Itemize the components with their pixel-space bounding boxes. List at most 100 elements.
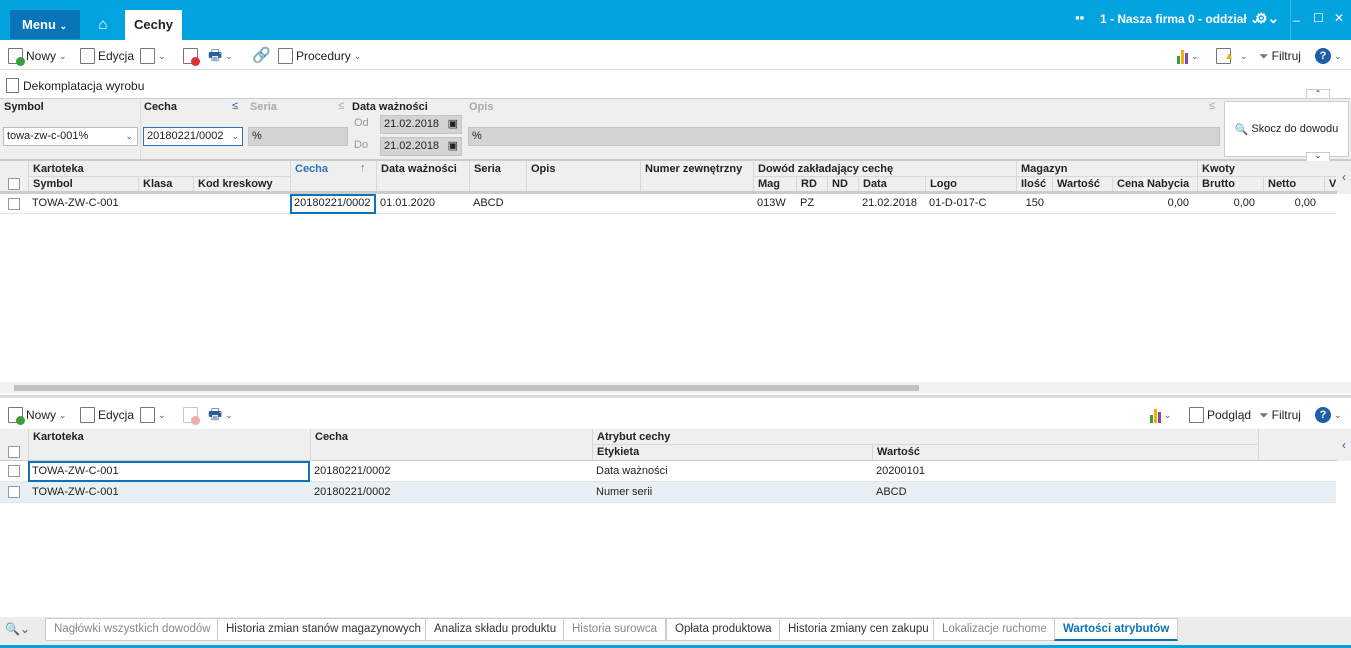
bottom-tab[interactable]: Wartości atrybutów — [1054, 618, 1179, 641]
column-header[interactable]: Numer zewnętrzny — [640, 161, 753, 191]
row-checkbox[interactable] — [8, 198, 20, 210]
symbol-input[interactable]: towa-zw-c-001% ⌄ — [3, 127, 138, 146]
attachment-icon[interactable]: 🔗 — [252, 47, 271, 65]
bottom-tab[interactable]: Nagłówki wszystkich dowodów — [45, 618, 220, 641]
filter-mode-icon[interactable]: ≤ — [232, 100, 238, 112]
column-header[interactable]: RD — [796, 177, 827, 191]
column-header[interactable]: Brutto — [1197, 177, 1263, 191]
chart-button[interactable]: ⌄ — [1150, 406, 1172, 424]
table-cell[interactable]: TOWA-ZW-C-001 — [28, 461, 310, 482]
column-header[interactable]: Wartość — [872, 445, 1258, 460]
magnifier-document-icon — [140, 407, 155, 423]
edit-button[interactable]: Edycja — [80, 406, 134, 424]
chevron-down-icon: ⌄ — [225, 410, 233, 420]
select-all-checkbox[interactable] — [8, 446, 20, 458]
table-row[interactable]: TOWA-ZW-C-001 20180221/0002 01.01.2020 ABCD… — [0, 194, 1336, 214]
tab-cechy[interactable]: Cechy — [125, 10, 182, 40]
new-button[interactable]: Nowy ⌄ — [8, 406, 67, 425]
new-button[interactable]: Nowy ⌄ — [8, 47, 67, 66]
column-header[interactable]: Data ważności — [376, 161, 469, 191]
table-row[interactable]: TOWA-ZW-C-001 20180221/0002 Data ważności 2… — [0, 461, 1336, 482]
column-header[interactable]: Seria — [469, 161, 526, 191]
filter-mode-icon: ≤ — [1209, 100, 1216, 112]
column-group-header: Kwoty — [1197, 161, 1336, 177]
cecha-input[interactable]: 20180221/0002 ⌄ — [143, 127, 243, 146]
calendar-icon[interactable]: ▣ — [448, 138, 458, 155]
column-header[interactable]: Cecha — [310, 429, 592, 460]
chevron-left-icon[interactable]: ‹ — [1337, 429, 1351, 461]
bottom-tab[interactable]: Analiza składu produktu — [425, 618, 566, 641]
column-header[interactable]: Opis — [526, 161, 640, 191]
home-icon[interactable]: ⌂ — [86, 10, 120, 39]
seria-input[interactable]: % — [248, 127, 348, 146]
table-cell[interactable]: 20180221/0002 — [290, 194, 376, 214]
table-row[interactable]: TOWA-ZW-C-001 20180221/0002 Numer serii ABC… — [0, 482, 1336, 503]
delete-button[interactable] — [183, 406, 200, 425]
row-checkbox[interactable] — [8, 465, 20, 477]
column-header[interactable]: Data — [858, 177, 925, 191]
column-header[interactable]: Ilość — [1016, 177, 1052, 191]
help-button[interactable]: ? ⌄ — [1315, 406, 1342, 424]
column-header[interactable]: Etykieta — [592, 445, 872, 460]
help-button[interactable]: ? ⌄ — [1315, 47, 1342, 65]
column-header[interactable]: Wartość — [1052, 177, 1112, 191]
edit-button[interactable]: Edycja — [80, 47, 134, 65]
procedures-label: Procedury — [296, 49, 351, 63]
column-header[interactable]: Symbol — [28, 177, 138, 191]
menu-button[interactable]: Menu ⌄ — [10, 10, 80, 39]
symbol-value: towa-zw-c-001% — [7, 130, 89, 142]
splitter[interactable] — [0, 395, 1351, 398]
minimize-icon[interactable]: _ — [1293, 8, 1300, 22]
preview-toggle-button[interactable]: Podgląd — [1189, 406, 1251, 424]
column-header[interactable]: Netto — [1263, 177, 1324, 191]
bottom-tab[interactable]: Historia zmian stanów magazynowych — [217, 618, 430, 641]
close-icon[interactable]: ✕ — [1334, 11, 1344, 25]
chart-button[interactable]: ⌄ — [1177, 47, 1199, 65]
preview-button[interactable]: ⌄ — [140, 47, 166, 65]
column-group-header: Dowód zakładający cechę — [753, 161, 1016, 177]
company-selector[interactable]: 1 - Nasza firma 0 - oddział ⌄ — [1100, 12, 1260, 26]
settings-warning-button[interactable]: ▲ ⌄ — [1216, 47, 1248, 65]
procedures-button[interactable]: Procedury ⌄ — [278, 47, 361, 65]
bottom-tab[interactable]: Historia zmiany cen zakupu — [779, 618, 938, 641]
chevron-down-icon: ⌄ — [225, 51, 233, 61]
opis-input[interactable]: % — [468, 127, 1220, 146]
gear-icon[interactable]: ⚙⌄ — [1255, 10, 1279, 27]
print-button[interactable]: 🖶 ⌄ — [208, 406, 233, 424]
bottom-tab[interactable]: Lokalizacje ruchome — [933, 618, 1056, 641]
select-all-checkbox[interactable] — [8, 178, 20, 190]
search-tabs-icon[interactable]: 🔍⌄ — [5, 622, 30, 636]
apps-grid-icon[interactable]: ▪▪ — [1075, 10, 1084, 25]
print-button[interactable]: 🖶 ⌄ — [208, 47, 233, 65]
filter-button[interactable]: ⏷ Filtruj — [1259, 47, 1301, 65]
column-header[interactable]: Mag — [753, 177, 796, 191]
row-checkbox[interactable] — [8, 486, 20, 498]
column-header[interactable]: Cena Nabycia — [1112, 177, 1197, 191]
horizontal-scrollbar[interactable] — [0, 382, 1351, 393]
table-cell — [138, 194, 193, 214]
maximize-icon[interactable]: ☐ — [1313, 11, 1324, 25]
chevron-down-icon: ⌄ — [1334, 410, 1342, 420]
filter-button[interactable]: ⏷ Filtruj — [1259, 406, 1301, 424]
bottom-tab[interactable]: Opłata produktowa — [666, 618, 781, 641]
delete-button[interactable] — [183, 47, 200, 66]
od-value: 21.02.2018 — [384, 118, 440, 130]
dekomplatacja-button[interactable]: Dekomplatacja wyrobu — [6, 78, 144, 93]
column-header[interactable]: Kartoteka — [28, 429, 310, 460]
chevron-left-icon[interactable]: ‹ — [1337, 161, 1351, 194]
sort-ascending-icon[interactable]: ↑ — [360, 162, 366, 174]
do-date-input[interactable]: 21.02.2018 ▣ — [380, 137, 462, 156]
column-header[interactable]: ND — [827, 177, 858, 191]
od-date-input[interactable]: 21.02.2018 ▣ — [380, 115, 462, 134]
scrollbar-thumb[interactable] — [14, 385, 919, 391]
column-header[interactable]: Logo — [925, 177, 1016, 191]
jump-to-document-button[interactable]: 🔍 Skocz do dowodu — [1224, 101, 1349, 157]
chevron-down-icon: ⌄ — [353, 51, 362, 61]
collapse-up-icon[interactable]: ⌃ — [1306, 89, 1330, 99]
calendar-icon[interactable]: ▣ — [448, 116, 458, 133]
bottom-tab[interactable]: Historia surowca — [563, 618, 666, 641]
column-header[interactable]: Klasa — [138, 177, 193, 191]
preview-button[interactable]: ⌄ — [140, 406, 166, 424]
column-header[interactable]: Kod kreskowy — [193, 177, 290, 191]
column-header[interactable]: V — [1324, 177, 1336, 191]
